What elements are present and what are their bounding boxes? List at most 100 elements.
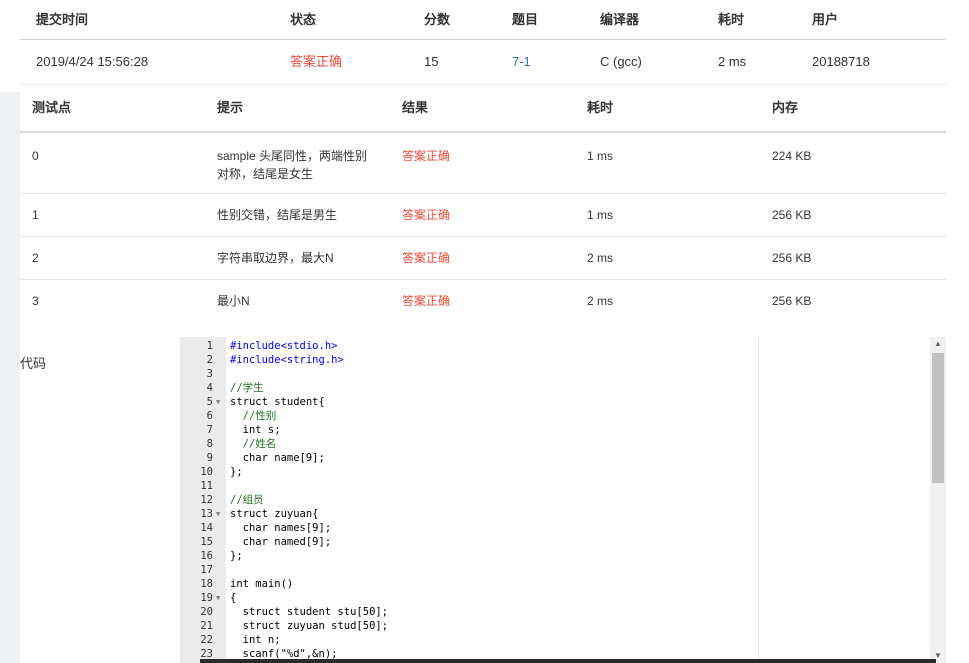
code-line[interactable]: 13 ▼ struct zuyuan{ — [180, 507, 760, 521]
testpoint-header-row: 测试点 提示 结果 耗时 内存 — [20, 85, 946, 133]
code-text: #include<stdio.h> — [230, 340, 338, 352]
line-number: 4 — [206, 382, 213, 394]
chevron-up-icon[interactable]: ▲ — [930, 337, 946, 351]
line-number: 15 — [200, 536, 213, 548]
testpoint-hint: sample 头尾同性，两端性别对称，结尾是女生 — [217, 149, 368, 181]
code-line[interactable]: 15 char named[9]; — [180, 535, 760, 549]
code-line[interactable]: 17 — [180, 563, 760, 577]
code-line[interactable]: 3 — [180, 367, 760, 381]
code-text: char name[9]; — [230, 452, 325, 464]
code-line[interactable]: 7 int s; — [180, 423, 760, 437]
user-id: 20188718 — [812, 54, 870, 69]
testpoint-table: 测试点 提示 结果 耗时 内存 0 sample 头尾同性，两端性别对称，结尾是… — [20, 85, 946, 322]
line-number: 13 — [200, 508, 213, 520]
testpoint-row: 3 最小N 答案正确 2 ms 256 KB — [20, 280, 946, 322]
code-text: struct zuyuan stud[50]; — [230, 620, 389, 632]
line-number: 1 — [206, 340, 213, 352]
line-number: 3 — [206, 368, 213, 380]
header-submit-time: 提交时间 — [36, 12, 89, 27]
code-line[interactable]: 6 //性别 — [180, 409, 760, 423]
line-number: 2 — [206, 354, 213, 366]
backdrop-right — [946, 0, 969, 663]
code-line[interactable]: 4 //学生 — [180, 381, 760, 395]
code-line[interactable]: 1 #include<stdio.h> — [180, 339, 760, 353]
line-number: 9 — [206, 452, 213, 464]
fold-arrow-icon[interactable]: ▼ — [216, 395, 220, 409]
code-line[interactable]: 14 char names[9]; — [180, 521, 760, 535]
testpoint-result: 答案正确 — [402, 149, 451, 163]
line-number: 22 — [200, 634, 213, 646]
code-line[interactable]: 16}; — [180, 549, 760, 563]
code-text: }; — [230, 466, 243, 478]
code-line[interactable]: 19 ▼ { — [180, 591, 760, 605]
code-text: char names[9]; — [230, 522, 332, 534]
code-text: #include<string.h> — [230, 354, 344, 366]
scrollbar-thumb[interactable] — [932, 353, 944, 483]
code-label: 代码 — [20, 356, 47, 371]
line-number: 21 — [200, 620, 213, 632]
code-text: struct student{ — [230, 396, 325, 408]
code-text: //性别 — [230, 410, 277, 422]
summary-row: 2019/4/24 15:56:28 答案正确 15 7-1 C (gcc) 2… — [20, 40, 946, 85]
testpoint-hint: 最小N — [217, 294, 250, 308]
header-memory: 内存 — [772, 100, 799, 115]
problem-link[interactable]: 7-1 — [512, 40, 531, 84]
editor-scrollbar[interactable]: ▲ ▼ — [930, 337, 946, 663]
line-number: 17 — [200, 564, 213, 576]
fold-arrow-icon[interactable]: ▼ — [216, 507, 220, 521]
line-number: 18 — [200, 578, 213, 590]
testpoint-memory: 224 KB — [772, 149, 812, 163]
code-editor[interactable]: 1 #include<stdio.h> 2 #include<string.h> 3 4 /… — [180, 337, 946, 663]
line-number: 16 — [200, 550, 213, 562]
code-text: //组员 — [230, 494, 264, 506]
line-number: 5 — [206, 396, 213, 408]
testpoint-time: 1 ms — [587, 149, 614, 163]
code-line[interactable]: 2 #include<string.h> — [180, 353, 760, 367]
submission-detail-dialog: 提交时间 状态 分数 题目 编译器 耗时 用户 2019/4/24 15:56:… — [0, 0, 969, 663]
score: 15 — [424, 54, 439, 69]
code-text: { — [230, 592, 237, 604]
testpoint-result: 答案正确 — [402, 294, 451, 308]
header-user: 用户 — [812, 12, 839, 27]
compiler: C (gcc) — [600, 54, 642, 69]
code-line[interactable]: 18 int main() — [180, 577, 760, 591]
header-time: 耗时 — [587, 100, 614, 115]
testpoint-row: 0 sample 头尾同性，两端性别对称，结尾是女生 答案正确 1 ms 224… — [20, 133, 946, 194]
code-text: //姓名 — [230, 438, 277, 450]
testpoint-id: 2 — [32, 251, 39, 265]
code-text: int main() — [230, 578, 294, 590]
line-number: 7 — [206, 424, 213, 436]
testpoint-hint: 字符串取边界，最大N — [217, 251, 334, 265]
submission-summary-table: 提交时间 状态 分数 题目 编译器 耗时 用户 2019/4/24 15:56:… — [20, 0, 946, 85]
fold-arrow-icon[interactable]: ▼ — [216, 591, 220, 605]
code-text: int s; — [230, 424, 281, 436]
testpoint-time: 1 ms — [587, 208, 614, 222]
line-number: 19 — [200, 592, 213, 604]
code-text: char named[9]; — [230, 536, 332, 548]
header-result: 结果 — [402, 100, 429, 115]
header-compiler: 编译器 — [600, 12, 640, 27]
testpoint-row: 1 性别交错，结尾是男生 答案正确 1 ms 256 KB — [20, 194, 946, 237]
testpoint-time: 2 ms — [587, 294, 614, 308]
line-number: 20 — [200, 606, 213, 618]
submit-time: 2019/4/24 15:56:28 — [36, 54, 149, 69]
testpoint-id: 3 — [32, 294, 39, 308]
bottom-edge-bar — [200, 659, 936, 663]
status-badge: 答案正确 — [290, 54, 343, 69]
code-line[interactable]: 12 //组员 — [180, 493, 760, 507]
code-line[interactable]: 9 char name[9]; — [180, 451, 760, 465]
line-number: 10 — [200, 466, 213, 478]
code-lines[interactable]: 1 #include<stdio.h> 2 #include<string.h> 3 4 /… — [180, 339, 760, 661]
code-line[interactable]: 5 ▼ struct student{ — [180, 395, 760, 409]
code-text: int n; — [230, 634, 281, 646]
code-text: struct student stu[50]; — [230, 606, 389, 618]
line-number: 6 — [206, 410, 213, 422]
code-line[interactable]: 8 //姓名 — [180, 437, 760, 451]
code-line[interactable]: 11 — [180, 479, 760, 493]
code-line[interactable]: 21 struct zuyuan stud[50]; — [180, 619, 760, 633]
code-line[interactable]: 22 int n; — [180, 633, 760, 647]
header-testpoint: 测试点 — [32, 100, 72, 115]
code-line[interactable]: 10}; — [180, 465, 760, 479]
code-line[interactable]: 20 struct student stu[50]; — [180, 605, 760, 619]
testpoint-memory: 256 KB — [772, 251, 812, 265]
